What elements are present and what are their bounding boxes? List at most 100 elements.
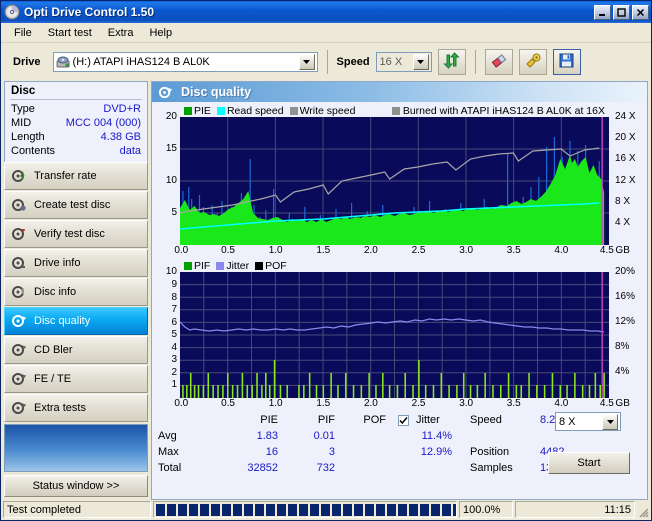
menu-bar: File Start test Extra Help — [1, 23, 651, 43]
sidebar-item-transfer-rate[interactable]: Transfer rate — [4, 162, 148, 190]
save-button[interactable] — [552, 49, 581, 75]
sidebar-item-disc-quality[interactable]: Disc quality — [4, 307, 148, 335]
disc-create-icon — [11, 197, 27, 213]
disc-quality-icon — [11, 313, 27, 329]
menu-file[interactable]: File — [7, 24, 39, 42]
burn-annotation: Burned with ATAPI iHAS124 B AL0K at 16X — [391, 104, 643, 117]
pie-xtick-20: 2.0 — [363, 245, 378, 256]
sidebar-item-drive-info[interactable]: Drive info — [4, 249, 148, 277]
test-speed-select[interactable]: 8 X — [555, 412, 621, 431]
pie-plot-svg — [180, 117, 609, 245]
menu-help[interactable]: Help — [142, 24, 179, 42]
speed-dropdown-arrow[interactable] — [412, 54, 429, 70]
speed-select[interactable]: 16 X — [375, 52, 432, 72]
pif-ytick-3: 3 — [171, 354, 177, 365]
legend-write-speed: Write speed — [289, 105, 355, 117]
pif-ytick-10: 10 — [165, 266, 177, 277]
pif-xtick-45: 4.5 — [599, 398, 614, 409]
legend-swatch-read-speed — [216, 106, 225, 115]
sidebar-item-verify-test-disc[interactable]: Verify test disc — [4, 220, 148, 248]
pie-y2tick-8: 8 X — [615, 196, 631, 207]
results-avg-pie: 1.83 — [256, 430, 278, 442]
pie-xtick-35: 3.5 — [506, 245, 521, 256]
window-title: Opti Drive Control 1.50 — [24, 5, 155, 19]
pie-y-axis-right: 24 X 20 X 16 X 12 X 8 X 4 X — [609, 112, 643, 245]
menu-start-test[interactable]: Start test — [41, 24, 99, 42]
pie-xtick-40: 4.0 — [554, 245, 569, 256]
erase-button[interactable] — [484, 49, 513, 75]
results-header-pif: PIF — [317, 414, 335, 426]
disc-row-length: Length 4.38 GB — [10, 130, 142, 144]
sidebar-item-extra-tests[interactable]: Extra tests — [4, 394, 148, 422]
title-bar: Opti Drive Control 1.50 — [1, 1, 651, 23]
disc-mid-label: MID — [11, 117, 32, 129]
pie-y2tick-16: 16 X — [615, 153, 636, 164]
start-button[interactable]: Start — [548, 452, 630, 474]
resize-grip[interactable] — [637, 501, 649, 518]
sidebar-item-disc-info[interactable]: Disc info — [4, 278, 148, 306]
results-row-label-avg: Avg — [158, 430, 177, 442]
speed-label: Speed — [336, 56, 370, 68]
legend-swatch-jitter — [216, 261, 225, 270]
sidebar-label-transfer-rate: Transfer rate — [34, 170, 97, 182]
burn-annotation-label: Burned with ATAPI iHAS124 B AL0K at 16X — [402, 104, 605, 117]
status-bar: Test completed 100.0% 11:15 — [1, 500, 651, 520]
legend-swatch-pie — [184, 106, 192, 115]
floppy-save-icon — [558, 52, 575, 72]
pif-xtick-10: 1.0 — [268, 398, 283, 409]
legend-swatch-burn — [391, 106, 400, 115]
pie-plot-area[interactable] — [180, 117, 609, 245]
minimize-button[interactable] — [594, 4, 611, 20]
jitter-checkbox[interactable] — [398, 415, 409, 426]
legend-label-jitter: Jitter — [226, 259, 250, 272]
bitsetting-button[interactable] — [518, 49, 547, 75]
disc-drive-icon — [11, 255, 27, 271]
sidebar-item-fe-te[interactable]: FE / TE — [4, 365, 148, 393]
sidebar-item-cd-bler[interactable]: CD Bler — [4, 336, 148, 364]
test-speed-dropdown-arrow[interactable] — [602, 413, 618, 430]
pie-y2tick-12: 12 X — [615, 175, 636, 186]
disc-length-label: Length — [11, 131, 45, 143]
pif-plot-area[interactable] — [180, 272, 609, 398]
legend-label-read-speed: Read speed — [226, 104, 284, 117]
disc-bler-icon — [11, 342, 27, 358]
disc-info-icon — [11, 284, 27, 300]
sidebar: Disc Type DVD+R MID MCC 004 (000) Length… — [4, 81, 148, 500]
results-avg-pif: 0.01 — [313, 430, 335, 442]
pif-y2tick-12: 12% — [615, 316, 636, 327]
legend-pie: PIE — [184, 105, 211, 117]
disc-mid-value: MCC 004 (000) — [65, 117, 141, 129]
results-speed-label: Speed — [470, 414, 502, 426]
panel-title: Disc quality — [181, 85, 252, 99]
pif-xtick-25: 2.5 — [411, 398, 426, 409]
pif-ytick-1: 1 — [171, 379, 177, 390]
disc-quality-icon — [158, 85, 174, 100]
disc-transfer-icon — [11, 168, 27, 184]
close-button[interactable] — [632, 4, 649, 20]
progress-percent: 100.0% — [459, 501, 513, 518]
content-panel: Disc quality PIE Read speed Write speed — [151, 81, 648, 500]
pie-x-unit: GB — [615, 245, 630, 256]
pie-ytick-20: 20 — [165, 111, 177, 122]
results-header-pof: POF — [363, 414, 386, 426]
drive-dropdown-arrow[interactable] — [298, 54, 315, 70]
pie-xtick-45: 4.5 — [599, 245, 614, 256]
results-samples-label: Samples — [470, 462, 513, 474]
menu-extra[interactable]: Extra — [101, 24, 141, 42]
maximize-button[interactable] — [613, 4, 630, 20]
sidebar-item-create-test-disc[interactable]: Create test disc — [4, 191, 148, 219]
status-window-button[interactable]: Status window >> — [4, 475, 148, 497]
sidebar-label-disc-info: Disc info — [34, 286, 77, 298]
results-position-label: Position — [470, 446, 510, 458]
drive-label: Drive — [13, 56, 41, 68]
progress-blocks — [156, 503, 456, 516]
results-max-pie: 16 — [265, 446, 278, 458]
pif-xtick-30: 3.0 — [459, 398, 474, 409]
disc-type-label: Type — [11, 103, 35, 115]
disc-row-mid: MID MCC 004 (000) — [10, 116, 142, 130]
drive-value: (H:) ATAPI iHAS124 B AL0K — [72, 56, 210, 68]
drive-select[interactable]: (H:) ATAPI iHAS124 B AL0K — [52, 52, 318, 72]
sidebar-label-create-test-disc: Create test disc — [34, 199, 111, 211]
refresh-button[interactable] — [437, 49, 466, 75]
results-total-pie: 32852 — [247, 462, 278, 474]
